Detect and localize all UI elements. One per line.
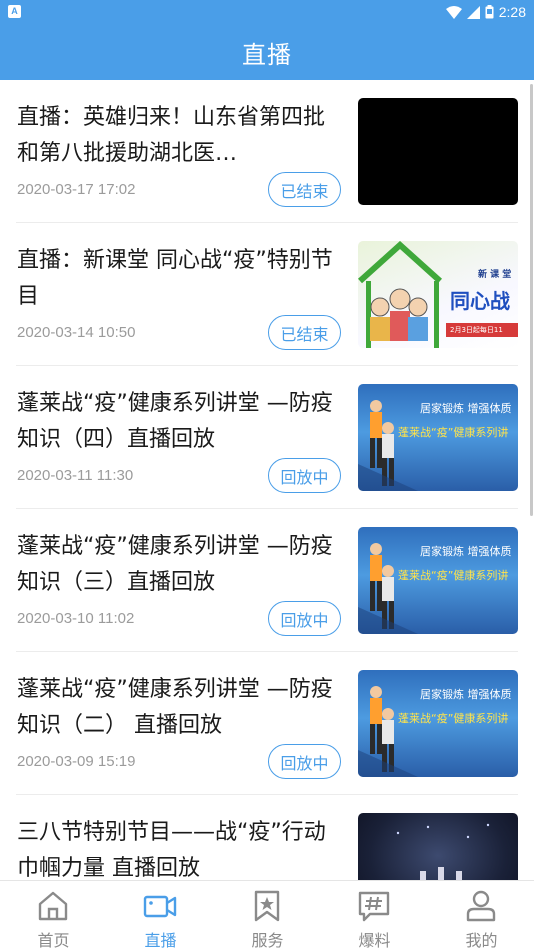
thumb-caption-top: 居家锻炼 增强体质 <box>420 402 512 415</box>
status-badge[interactable]: 回放中 <box>268 744 341 779</box>
thumb-caption-top: 居家锻炼 增强体质 <box>420 688 512 701</box>
status-badge[interactable]: 已结束 <box>268 315 341 350</box>
item-title: 蓬莱战“疫”健康系列讲堂 —防疫知识（四）直播回放 <box>17 391 333 452</box>
list-item[interactable]: 三八节特别节目——战“疫”行动 巾帼力量 直播回放 <box>0 795 534 880</box>
poster-subtitle: 新 课 堂 <box>478 270 512 280</box>
status-badge[interactable]: 已结束 <box>268 172 341 207</box>
tab-label: 直播 <box>144 931 177 950</box>
tab-service[interactable]: 服务 <box>214 881 321 950</box>
page-title: 直播 <box>242 40 292 69</box>
item-thumbnail[interactable] <box>358 98 518 205</box>
tab-label: 首页 <box>37 931 70 950</box>
thumb-caption-bottom: 蓬莱战“疫”健康系列讲 <box>398 569 509 582</box>
tab-mine[interactable]: 我的 <box>428 881 534 950</box>
stage-graphic <box>396 823 490 880</box>
item-thumbnail[interactable]: 居家锻炼 增强体质 蓬莱战“疫”健康系列讲 <box>358 384 518 491</box>
list-scrollbar[interactable] <box>530 84 533 516</box>
signal-icon <box>466 5 480 19</box>
video-camera-icon <box>143 895 177 918</box>
item-date: 2020-03-17 17:02 <box>17 181 136 198</box>
list-item[interactable]: 蓬莱战“疫”健康系列讲堂 —防疫知识（三）直播回放 2020-03-10 11:… <box>0 509 534 652</box>
tab-label: 我的 <box>465 931 498 950</box>
user-icon <box>466 890 496 922</box>
item-thumbnail[interactable]: 居家锻炼 增强体质 蓬莱战“疫”健康系列讲 <box>358 670 518 777</box>
battery-icon <box>485 5 494 19</box>
tab-report[interactable]: 爆料 <box>321 881 428 950</box>
list-item[interactable]: 直播：新课堂 同心战“疫”特别节目 2020-03-14 10:50 已结束 新… <box>0 223 534 366</box>
thumb-caption-top: 居家锻炼 增强体质 <box>420 545 512 558</box>
item-title: 蓬莱战“疫”健康系列讲堂 —防疫知识（三）直播回放 <box>17 534 333 595</box>
item-thumbnail[interactable]: 居家锻炼 增强体质 蓬莱战“疫”健康系列讲 <box>358 527 518 634</box>
status-time: 2:28 <box>498 4 526 20</box>
status-badge[interactable]: 回放中 <box>268 601 341 636</box>
status-bar: A 2:28 <box>0 0 534 24</box>
item-thumbnail[interactable]: 新 课 堂 同心战 2月3日起每日11 <box>358 241 518 348</box>
item-date: 2020-03-09 15:19 <box>17 753 136 770</box>
wifi-icon <box>445 5 462 19</box>
header-bar: 直播 <box>0 24 534 80</box>
poster-title: 同心战 <box>450 289 510 313</box>
tab-live[interactable]: 直播 <box>107 881 214 950</box>
hashtag-chat-icon <box>358 891 390 922</box>
list-item[interactable]: 蓬莱战“疫”健康系列讲堂 —防疫知识（四）直播回放 2020-03-11 11:… <box>0 366 534 509</box>
list-item[interactable]: 直播：英雄归来！山东省第四批和第八批援助湖北医… 2020-03-17 17:0… <box>0 80 534 223</box>
item-date: 2020-03-11 11:30 <box>17 467 134 484</box>
item-title: 蓬莱战“疫”健康系列讲堂 —防疫知识（二） 直播回放 <box>17 677 333 738</box>
tab-label: 服务 <box>251 931 284 950</box>
thumb-caption-bottom: 蓬莱战“疫”健康系列讲 <box>398 712 509 725</box>
poster-caption: 2月3日起每日11 <box>450 326 503 334</box>
item-date: 2020-03-14 10:50 <box>17 324 136 341</box>
tab-home[interactable]: 首页 <box>0 881 107 950</box>
bottom-tab-bar: 首页 直播 服务 爆料 我的 <box>0 880 534 950</box>
live-list[interactable]: 直播：英雄归来！山东省第四批和第八批援助湖北医… 2020-03-17 17:0… <box>0 80 534 880</box>
app-notification-icon: A <box>8 5 21 18</box>
status-badge[interactable]: 回放中 <box>268 458 341 493</box>
item-date: 2020-03-10 11:02 <box>17 610 135 627</box>
item-title: 直播：英雄归来！山东省第四批和第八批援助湖北医… <box>17 105 326 166</box>
status-icons: 2:28 <box>445 3 526 21</box>
item-title: 三八节特别节目——战“疫”行动 巾帼力量 直播回放 <box>17 820 326 880</box>
bookmark-star-icon <box>254 890 280 922</box>
tab-label: 爆料 <box>358 931 391 950</box>
item-thumbnail[interactable] <box>358 813 518 880</box>
thumb-caption-bottom: 蓬莱战“疫”健康系列讲 <box>398 426 509 439</box>
home-icon <box>38 891 68 921</box>
item-title: 直播：新课堂 同心战“疫”特别节目 <box>17 248 333 309</box>
list-item[interactable]: 蓬莱战“疫”健康系列讲堂 —防疫知识（二） 直播回放 2020-03-09 15… <box>0 652 534 795</box>
